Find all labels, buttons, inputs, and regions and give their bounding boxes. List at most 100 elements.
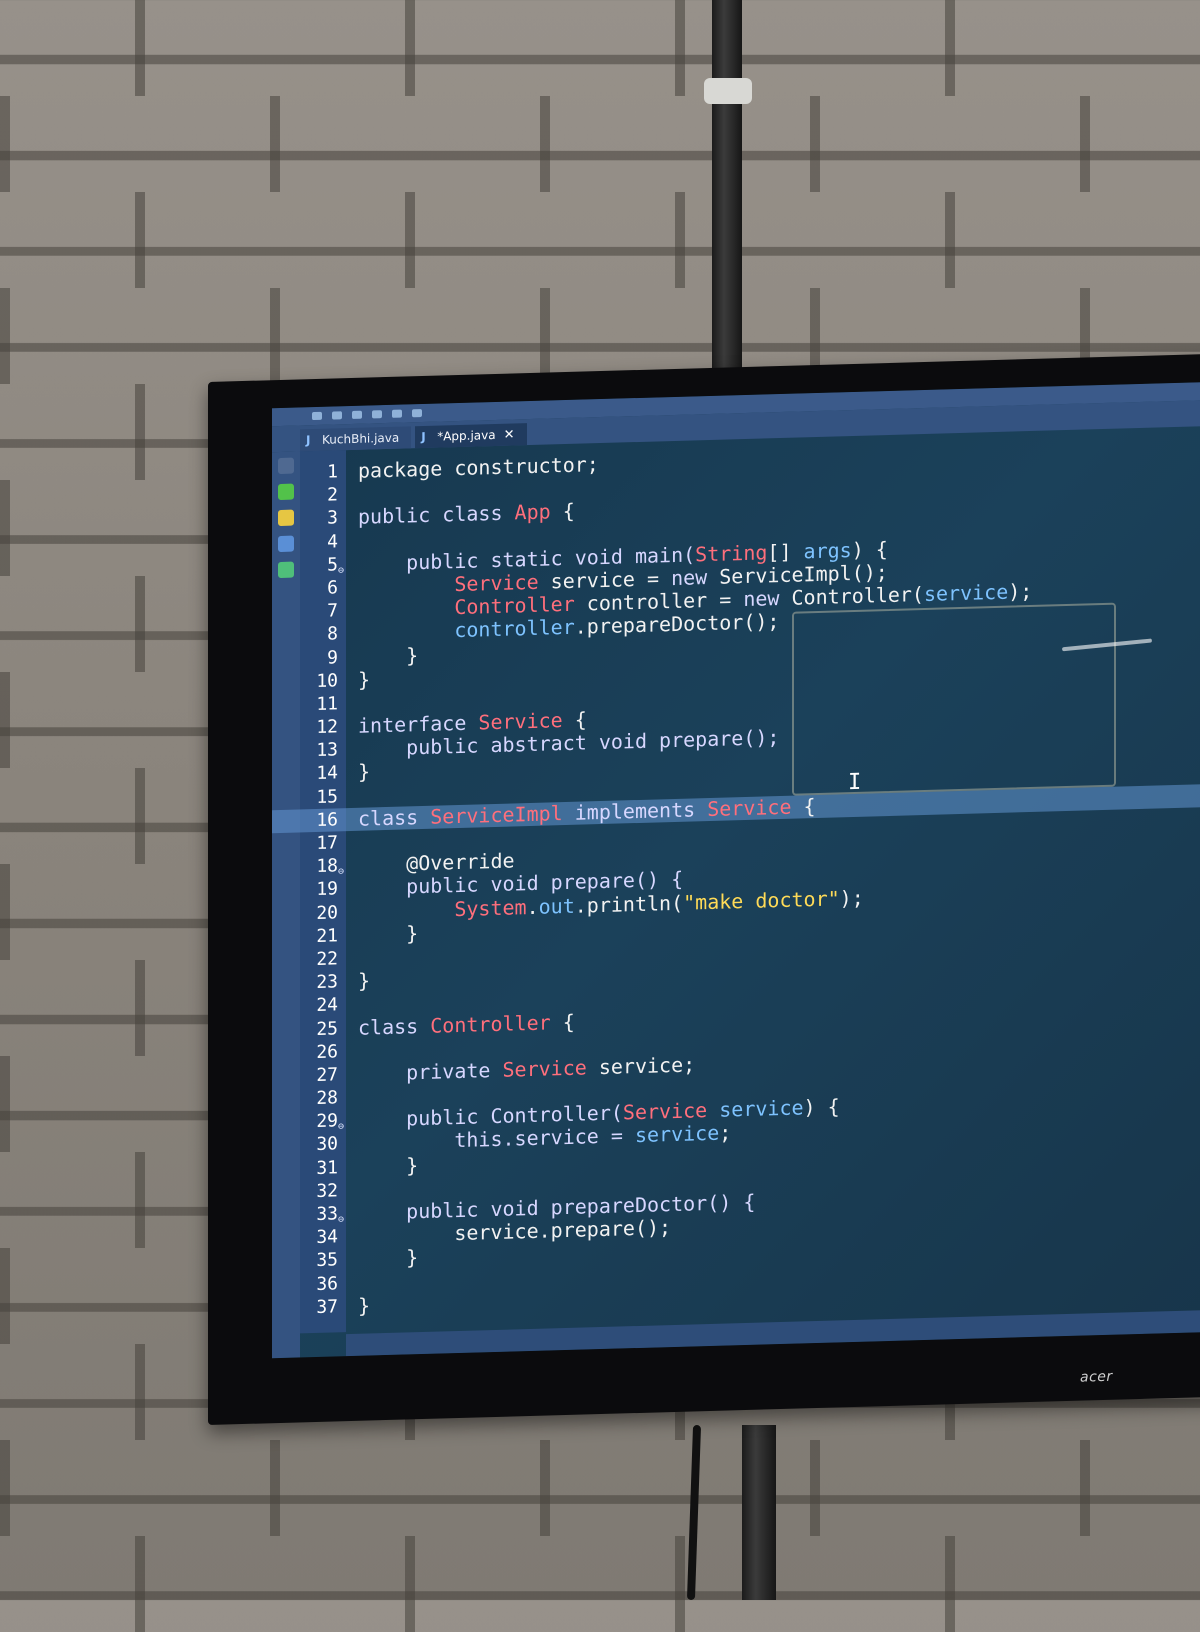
- line-number[interactable]: 37: [300, 1295, 338, 1319]
- code-text: }: [358, 1293, 371, 1318]
- line-number[interactable]: 4: [300, 530, 338, 554]
- line-number[interactable]: 36: [300, 1272, 338, 1296]
- line-number[interactable]: 26: [300, 1040, 338, 1064]
- line-number[interactable]: 24: [300, 994, 338, 1018]
- code-token: ;: [719, 1120, 732, 1146]
- toolbar-icon[interactable]: [412, 409, 422, 418]
- line-number[interactable]: 12: [300, 715, 338, 739]
- line-number[interactable]: 3: [300, 507, 338, 531]
- code-token: service: [719, 1095, 804, 1122]
- tab-label: KuchBhi.java: [322, 430, 400, 447]
- code-token: String: [695, 540, 768, 567]
- line-number[interactable]: 20: [300, 901, 338, 925]
- code-token: }: [358, 642, 419, 669]
- code-token: new: [743, 586, 780, 612]
- monitor: J KuchBhi.java J *App.java ✕ 1 package co…: [208, 352, 1200, 1425]
- line-number[interactable]: 6: [300, 576, 338, 600]
- code-token: }: [358, 1293, 371, 1318]
- line-number[interactable]: 21: [300, 924, 338, 948]
- line-number[interactable]: 13: [300, 739, 338, 763]
- code-token: Service: [454, 569, 539, 597]
- line-number[interactable]: 29: [300, 1110, 338, 1134]
- line-number[interactable]: 19: [300, 878, 338, 902]
- screen-reflection: [792, 602, 1116, 796]
- code-token: .println(: [574, 890, 684, 918]
- line-number[interactable]: 32: [300, 1179, 338, 1203]
- text-cursor-icon: I: [848, 769, 862, 796]
- line-number[interactable]: 27: [300, 1063, 338, 1087]
- code-token: service: [923, 579, 1009, 607]
- line-number[interactable]: 25: [300, 1017, 338, 1041]
- line-number[interactable]: 8: [300, 623, 338, 647]
- toolbar-icon[interactable]: [332, 411, 342, 420]
- brick-row: [0, 1536, 1200, 1632]
- line-number[interactable]: 33: [300, 1202, 338, 1226]
- line-number[interactable]: 34: [300, 1226, 338, 1250]
- code-token: );: [1008, 579, 1033, 604]
- line-number[interactable]: 31: [300, 1156, 338, 1180]
- code-token: Service: [622, 1098, 708, 1125]
- line-number[interactable]: 30: [300, 1133, 338, 1157]
- line-number[interactable]: 1: [300, 460, 338, 484]
- code-token: {: [550, 499, 575, 524]
- code-text: }: [358, 1245, 419, 1272]
- toolbar-icon[interactable]: [392, 409, 402, 418]
- code-token: Service: [502, 1055, 587, 1082]
- line-number[interactable]: 5: [300, 553, 338, 577]
- code-token: service: [634, 1121, 720, 1148]
- brick-row: [0, 192, 1200, 288]
- line-number[interactable]: 15: [300, 785, 338, 809]
- line-number[interactable]: 28: [300, 1086, 338, 1110]
- close-icon[interactable]: ✕: [504, 427, 515, 442]
- horizontal-scrollbar[interactable]: [346, 1308, 1200, 1357]
- line-number[interactable]: 9: [300, 646, 338, 670]
- brick-row: [0, 96, 1200, 192]
- code-token: ServiceImpl: [430, 800, 563, 829]
- code-token: args: [803, 537, 852, 564]
- code-text: }: [358, 642, 419, 669]
- line-number[interactable]: 7: [300, 599, 338, 623]
- toolbar-icon[interactable]: [352, 410, 362, 419]
- code-token: ) {: [803, 1094, 840, 1120]
- pipe-clip: [704, 78, 752, 104]
- line-number[interactable]: 17: [300, 831, 338, 855]
- line-number[interactable]: 14: [300, 762, 338, 786]
- tab-label: *App.java: [437, 427, 496, 444]
- java-file-icon: J: [421, 429, 426, 445]
- line-number[interactable]: 18: [300, 855, 338, 879]
- code-token: System: [454, 894, 527, 921]
- code-token: {: [562, 707, 587, 733]
- toolbar-icon[interactable]: [312, 411, 322, 421]
- code-token: new: [671, 564, 708, 591]
- line-number[interactable]: 2: [300, 484, 338, 508]
- brick-row: [0, 1440, 1200, 1536]
- code-token: controller: [454, 615, 575, 643]
- code-token: service;: [586, 1052, 696, 1080]
- code-token: Service: [707, 794, 792, 821]
- line-number[interactable]: 35: [300, 1249, 338, 1273]
- code-token: }: [358, 1245, 419, 1272]
- code-text: }: [358, 760, 370, 785]
- line-number[interactable]: 22: [300, 947, 338, 971]
- code-token: }: [358, 920, 419, 947]
- code-text: }: [358, 667, 370, 692]
- code-editor[interactable]: 1 package constructor; 2 3 public class App …: [272, 435, 1200, 1320]
- line-number[interactable]: 16: [300, 808, 338, 832]
- code-token: class: [358, 1013, 431, 1040]
- tab-kuchbhi-java[interactable]: J KuchBhi.java: [300, 426, 412, 452]
- code-text: }: [358, 920, 419, 947]
- code-token: {: [791, 793, 816, 819]
- code-token: }: [358, 968, 371, 993]
- code-token: }: [358, 1152, 419, 1179]
- code-token: Controller: [430, 1009, 551, 1038]
- monitor-cable: [686, 1424, 702, 1601]
- line-number[interactable]: 10: [300, 669, 338, 693]
- line-number[interactable]: 11: [300, 692, 338, 716]
- code-token: out: [538, 893, 575, 919]
- tab-app-java[interactable]: J *App.java ✕: [415, 423, 527, 449]
- toolbar-icon[interactable]: [372, 410, 382, 419]
- code-token: []: [767, 539, 804, 565]
- line-number[interactable]: 23: [300, 970, 338, 994]
